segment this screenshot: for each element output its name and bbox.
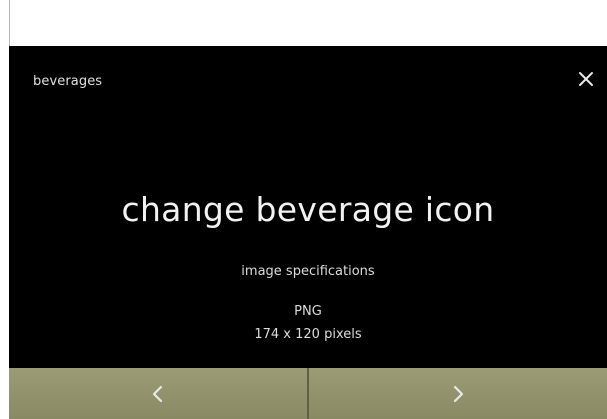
image-size: 174 x 120 pixels xyxy=(254,327,362,342)
left-divider-line xyxy=(9,0,10,47)
chevron-left-icon xyxy=(152,385,163,402)
page: beverages change beverage icon image spe… xyxy=(0,0,607,419)
image-format: PNG xyxy=(294,304,322,319)
main-title: change beverage icon xyxy=(121,190,495,229)
page-title: beverages xyxy=(33,74,103,89)
next-button[interactable] xyxy=(309,368,607,419)
image-specifications-label: image specifications xyxy=(241,264,375,279)
chevron-right-icon xyxy=(453,385,464,402)
navigation-bar xyxy=(9,368,607,419)
close-button[interactable] xyxy=(571,64,601,94)
previous-button[interactable] xyxy=(9,368,307,419)
device-screen: beverages change beverage icon image spe… xyxy=(9,46,607,419)
close-icon xyxy=(579,72,593,86)
